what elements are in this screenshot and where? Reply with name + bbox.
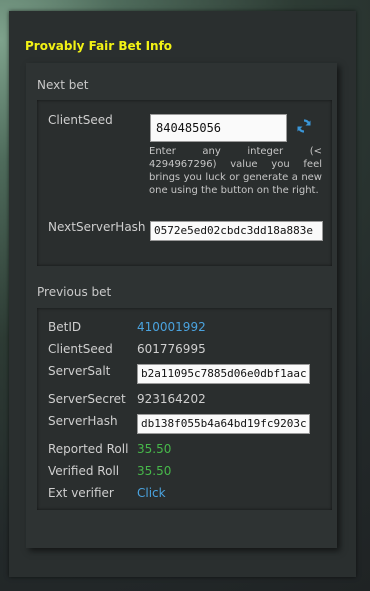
refresh-icon[interactable]	[296, 118, 312, 134]
bet-id-link[interactable]: 410001992	[137, 320, 206, 334]
bet-id-label: BetID	[48, 320, 82, 334]
next-client-seed-label: ClientSeed	[48, 113, 113, 127]
reported-roll-label: Reported Roll	[48, 442, 129, 456]
client-seed-input[interactable]: 840485056	[150, 114, 287, 142]
reported-roll-value: 35.50	[137, 442, 172, 456]
next-bet-heading: Next bet	[37, 78, 89, 92]
ext-verifier-label: Ext verifier	[48, 486, 114, 500]
ext-verifier-link[interactable]: Click	[137, 486, 166, 500]
verified-roll-value: 35.50	[137, 464, 172, 478]
prev-client-seed-value: 601776995	[137, 342, 206, 356]
next-server-hash-label: NextServerHash	[48, 220, 146, 234]
next-server-hash-field[interactable]: 0572e5ed02cbdc3dd18a883e	[150, 221, 323, 241]
prev-client-seed-label: ClientSeed	[48, 342, 113, 356]
server-salt-field[interactable]: b2a11095c7885d06e0dbf1aac	[137, 364, 310, 384]
server-hash-label: ServerHash	[48, 414, 118, 428]
client-seed-help-text: Enter any integer (< 4294967296) value y…	[149, 146, 322, 196]
server-secret-label: ServerSecret	[48, 392, 126, 406]
server-hash-field[interactable]: db138f055b4a64bd19fc9203c	[137, 414, 310, 434]
server-salt-label: ServerSalt	[48, 364, 111, 378]
verified-roll-label: Verified Roll	[48, 464, 120, 478]
previous-bet-heading: Previous bet	[37, 285, 112, 299]
previous-bet-box	[37, 308, 332, 510]
dialog-title: Provably Fair Bet Info	[25, 39, 173, 53]
server-secret-value: 923164202	[137, 392, 206, 406]
